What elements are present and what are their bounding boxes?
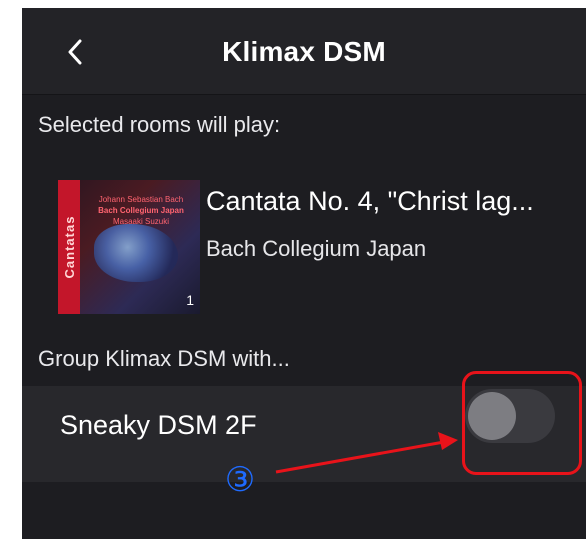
step-marker: ③ [224, 461, 256, 499]
navigation-bar: Klimax DSM [22, 8, 586, 95]
album-art-ensemble: Bach Collegium Japan [98, 206, 184, 215]
room-name: Sneaky DSM 2F [60, 410, 257, 440]
album-art: Cantatas Johann Sebastian Bach Bach Coll… [58, 180, 200, 314]
album-art-portrait [94, 224, 178, 282]
group-section-label: Group Klimax DSM with... [38, 346, 290, 371]
track-artist: Bach Collegium Japan [206, 236, 427, 261]
highlight-box [462, 371, 582, 475]
album-art-number: 1 [186, 292, 194, 308]
play-section-label: Selected rooms will play: [38, 112, 281, 137]
album-art-composer: Johann Sebastian Bach [98, 195, 184, 204]
page-title: Klimax DSM [222, 36, 386, 67]
album-art-vertical-text: Cantatas [62, 215, 77, 279]
track-title: Cantata No. 4, "Christ lag... [206, 186, 534, 216]
now-playing-item: Cantatas Johann Sebastian Bach Bach Coll… [22, 148, 586, 344]
album-art-header: Johann Sebastian Bach Bach Collegium Jap… [86, 194, 196, 227]
